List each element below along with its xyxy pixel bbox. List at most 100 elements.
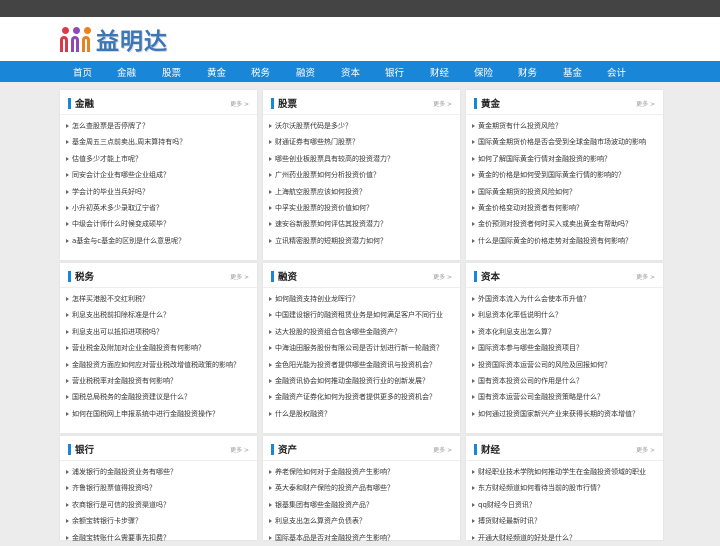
more-link[interactable]: 更多 > (433, 272, 452, 281)
more-link[interactable]: 更多 > (636, 445, 655, 454)
article-link[interactable]: 投资国际资本运营公司的风险及回报如何？ (466, 357, 663, 373)
article-link[interactable]: 黄金的价格是如何受到国际黄金行情的影响的？ (466, 167, 663, 183)
more-link[interactable]: 更多 > (433, 445, 452, 454)
article-link[interactable]: 达大投股的投资组合包含哪些金融资产？ (263, 324, 460, 340)
nav-item-1[interactable]: 金融 (117, 65, 136, 79)
nav-item-7[interactable]: 银行 (385, 65, 404, 79)
article-link[interactable]: 中级会计师什么时候变成硕毕？ (60, 216, 257, 232)
article-link[interactable]: 中国建设银行的融资租赁业务是如何满足客户不同行业 (263, 307, 460, 323)
article-link[interactable]: 国际黄金期货的投资风险如何？ (466, 184, 663, 200)
more-link[interactable]: 更多 > (230, 445, 249, 454)
nav-item-0[interactable]: 首页 (73, 65, 92, 79)
article-link[interactable]: 开通大财经频道的好处是什么？ (466, 530, 663, 546)
article-link[interactable]: 国际资本参与哪些金融投资项目？ (466, 340, 663, 356)
card-title[interactable]: 股票 (278, 96, 297, 110)
article-link[interactable]: 财通证券有哪些热门股票？ (263, 134, 460, 150)
nav-item-2[interactable]: 股票 (162, 65, 181, 79)
more-link[interactable]: 更多 > (636, 272, 655, 281)
article-link[interactable]: 资本化利息支出怎么算？ (466, 324, 663, 340)
card-title[interactable]: 税务 (75, 269, 94, 283)
article-link[interactable]: 外国资本流入为什么会使本币升值？ (466, 291, 663, 307)
article-list: 黄金期货有什么投资风险？ 国际黄金期货价格是否会受到全球金融市场波动的影响 如何了解… (466, 118, 663, 249)
card-header: 银行 更多 > (60, 436, 257, 461)
article-link[interactable]: 黄金价格变动对投资者有何影响？ (466, 200, 663, 216)
article-link[interactable]: 金色阳光能为投资者提供哪些金融资讯与投资机会？ (263, 357, 460, 373)
article-link[interactable]: 英大泰和财产保险的投资产品有哪些？ (263, 480, 460, 496)
article-link[interactable]: 国有资本投资公司的作用是什么？ (466, 373, 663, 389)
article-link[interactable]: 搏货财经最新时讯？ (466, 513, 663, 529)
article-link[interactable]: 速安谷新股票如何评估其投资潜力？ (263, 216, 460, 232)
nav-item-5[interactable]: 融资 (296, 65, 315, 79)
nav-item-3[interactable]: 黄金 (207, 65, 226, 79)
nav-item-8[interactable]: 财经 (430, 65, 449, 79)
article-link[interactable]: 同安会计企业有哪些企业组成？ (60, 167, 257, 183)
article-link[interactable]: 金价预测对投资者何时买入或卖出黄金有帮助吗？ (466, 216, 663, 232)
more-link[interactable]: 更多 > (230, 272, 249, 281)
article-link[interactable]: 银基集团有哪些金融投资产品？ (263, 497, 460, 513)
article-link[interactable]: 估值多少才能上市呢？ (60, 151, 257, 167)
article-link[interactable]: qq财经今日资讯？ (466, 497, 663, 513)
article-link[interactable]: 浦发银行的金融投资业务有哪些？ (60, 464, 257, 480)
article-link[interactable]: a基金与c基金的区别是什么意思呢？ (60, 233, 257, 249)
article-link[interactable]: 上海航空股票应该如何投资？ (263, 184, 460, 200)
article-link[interactable]: 国有资本运营公司金融投资策略是什么？ (466, 389, 663, 405)
card-title[interactable]: 融资 (278, 269, 297, 283)
article-link[interactable]: 基金周五三点前卖出,周末算持有吗？ (60, 134, 257, 150)
article-link[interactable]: 哪些创业板股票具有较高的投资潜力？ (263, 151, 460, 167)
article-link[interactable]: 中海油田服务股份有限公司是否计划进行新一轮融资？ (263, 340, 460, 356)
article-link[interactable]: 养老保险如何对于金融投资产生影响？ (263, 464, 460, 480)
card-title[interactable]: 财经 (481, 442, 500, 456)
article-link[interactable]: 余额宝转银行卡步骤？ (60, 513, 257, 529)
article-link[interactable]: 金融资产证券化如何为投资者提供更多的投资机会？ (263, 389, 460, 405)
article-link[interactable]: 齐鲁银行股票值得投资吗？ (60, 480, 257, 496)
article-link[interactable]: 国税总局税务的金融投资建议是什么？ (60, 389, 257, 405)
article-link[interactable]: 立讯精密股票的短期投资潜力如何？ (263, 233, 460, 249)
card-title[interactable]: 黄金 (481, 96, 500, 110)
article-link[interactable]: 利息支出怎么算资产负债表？ (263, 513, 460, 529)
article-link[interactable]: 小升初英术多少录取辽宁省？ (60, 200, 257, 216)
article-link[interactable]: 财经职业技术学院如何推动学生在金融投资领域的职业 (466, 464, 663, 480)
card-title[interactable]: 资产 (278, 442, 297, 456)
nav-item-6[interactable]: 资本 (341, 65, 360, 79)
article-link[interactable]: 怎么查股票是否停牌了？ (60, 118, 257, 134)
article-link[interactable]: 学会计的毕业当兵好吗？ (60, 184, 257, 200)
article-link[interactable]: 什么是国际黄金的价格走势对金融投资有何影响？ (466, 233, 663, 249)
article-link[interactable]: 营业税金及附加对企业金融投资有何影响？ (60, 340, 257, 356)
article-link[interactable]: 什么是股权融资？ (263, 406, 460, 422)
nav-item-10[interactable]: 财务 (518, 65, 537, 79)
article-link[interactable]: 如何了解国际黄金行情对金融投资的影响？ (466, 151, 663, 167)
article-link[interactable]: 农商银行是可信的投资渠道吗？ (60, 497, 257, 513)
article-link[interactable]: 黄金期货有什么投资风险？ (466, 118, 663, 134)
nav-item-11[interactable]: 基金 (563, 65, 582, 79)
article-link[interactable]: 东方财经频道如何看待当前的股市行情？ (466, 480, 663, 496)
article-link[interactable]: 如何通过投资国家新兴产业来获得长期的资本增值？ (466, 406, 663, 422)
article-link[interactable]: 怎样买港股不交红利税？ (60, 291, 257, 307)
article-link[interactable]: 国际黄金期货价格是否会受到全球金融市场波动的影响 (466, 134, 663, 150)
more-link[interactable]: 更多 > (230, 99, 249, 108)
article-link[interactable]: 营业税税率对金融投资有何影响？ (60, 373, 257, 389)
title-accent-bar (271, 444, 274, 455)
article-link[interactable]: 广州药业股票如何分析投资价值？ (263, 167, 460, 183)
article-link[interactable]: 金融宝转账什么需要事先扣费？ (60, 530, 257, 546)
article-link[interactable]: 中孚实业股票的投资价值如何？ (263, 200, 460, 216)
article-link[interactable]: 利息支出可以抵扣进项税吗？ (60, 324, 257, 340)
article-link[interactable]: 利息支出税前扣除标准是什么？ (60, 307, 257, 323)
article-link[interactable]: 金融投资方面应如何应对营业税改增值税政策的影响？ (60, 357, 257, 373)
nav-item-12[interactable]: 会计 (607, 65, 626, 79)
article-link[interactable]: 沃尔沃股票代码是多少？ (263, 118, 460, 134)
site-logo[interactable]: 益明达 (60, 21, 168, 57)
article-link[interactable]: 利息资本化率低说明什么？ (466, 307, 663, 323)
article-link[interactable]: 如何在国税网上申报系统中进行金融投资操作？ (60, 406, 257, 422)
article-link[interactable]: 国际基本品是否对金融投资产生影响？ (263, 530, 460, 546)
more-link[interactable]: 更多 > (433, 99, 452, 108)
article-link[interactable]: 金融资讯协会如何推动金融投资行业的创新发展？ (263, 373, 460, 389)
card-header: 税务 更多 > (60, 263, 257, 288)
nav-item-9[interactable]: 保险 (474, 65, 493, 79)
nav-item-4[interactable]: 税务 (251, 65, 270, 79)
article-link[interactable]: 如何融资支持创业龙晖行？ (263, 291, 460, 307)
card-title[interactable]: 资本 (481, 269, 500, 283)
card-title[interactable]: 银行 (75, 442, 94, 456)
card-title[interactable]: 金融 (75, 96, 94, 110)
article-list: 养老保险如何对于金融投资产生影响？ 英大泰和财产保险的投资产品有哪些？ 银基集团有哪… (263, 464, 460, 546)
more-link[interactable]: 更多 > (636, 99, 655, 108)
